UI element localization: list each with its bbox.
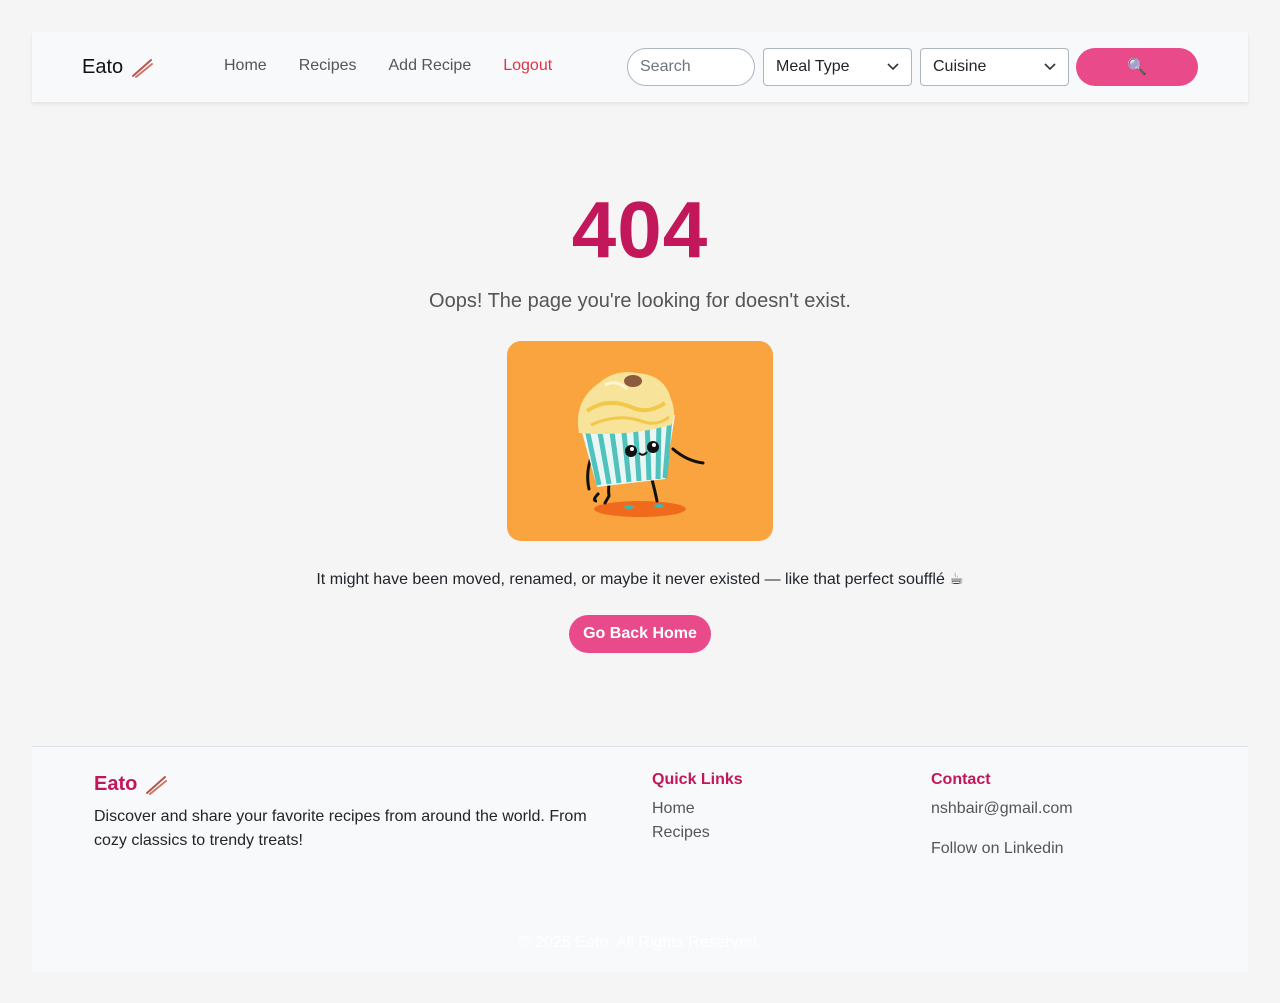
error-message: Oops! The page you're looking for doesn'… — [429, 290, 851, 312]
linkedin-link[interactable]: Follow on Linkedin — [931, 837, 1073, 861]
footer-description: Discover and share your favorite recipes… — [94, 808, 587, 849]
quick-links-heading: Quick Links — [652, 771, 743, 788]
chopsticks-icon — [132, 58, 154, 78]
cuisine-value: Cuisine — [933, 58, 987, 75]
cupcake-illustration — [507, 341, 773, 541]
footer-link-home[interactable]: Home — [652, 797, 743, 821]
error-subtext: It might have been moved, renamed, or ma… — [316, 571, 964, 588]
search-input[interactable] — [627, 48, 755, 86]
nav-link-logout[interactable]: Logout — [503, 57, 552, 75]
error-code: 404 — [571, 185, 709, 274]
footer-contact: Contact nshbair@gmail.com Follow on Link… — [931, 771, 1073, 861]
navbar: Eato Home Recipes Add Recipe Logout Meal… — [32, 32, 1248, 102]
footer-quick-links: Quick Links Home Recipes — [652, 771, 743, 845]
brand-name[interactable]: Eato — [82, 56, 123, 79]
nav-links: Home Recipes Add Recipe Logout — [224, 57, 584, 75]
go-back-home-button[interactable]: Go Back Home — [569, 615, 711, 653]
meal-type-select[interactable]: Meal Type — [763, 48, 912, 86]
nav-link-recipes[interactable]: Recipes — [299, 57, 357, 75]
footer-brand: Eato — [94, 773, 168, 796]
cupcake-icon — [577, 372, 705, 517]
brand-logo[interactable]: Eato — [82, 56, 154, 79]
nav-link-home[interactable]: Home — [224, 57, 267, 75]
search-icon: 🔍 — [1127, 59, 1147, 76]
meal-type-value: Meal Type — [776, 58, 850, 75]
chevron-down-icon — [887, 63, 899, 71]
contact-email[interactable]: nshbair@gmail.com — [931, 797, 1073, 821]
footer-brand-name: Eato — [94, 773, 138, 795]
chopsticks-icon — [146, 775, 168, 795]
footer-link-recipes[interactable]: Recipes — [652, 821, 743, 845]
contact-heading: Contact — [931, 771, 991, 788]
footer: Eato Discover and share your favorite re… — [32, 746, 1248, 972]
cuisine-select[interactable]: Cuisine — [920, 48, 1069, 86]
copyright: © 2025 Eato. All Rights Reserved. — [518, 934, 762, 951]
nav-link-add-recipe[interactable]: Add Recipe — [389, 57, 472, 75]
chevron-down-icon — [1044, 63, 1056, 71]
search-button[interactable]: 🔍 — [1076, 48, 1198, 86]
main-content: 404 Oops! The page you're looking for do… — [0, 150, 1280, 653]
